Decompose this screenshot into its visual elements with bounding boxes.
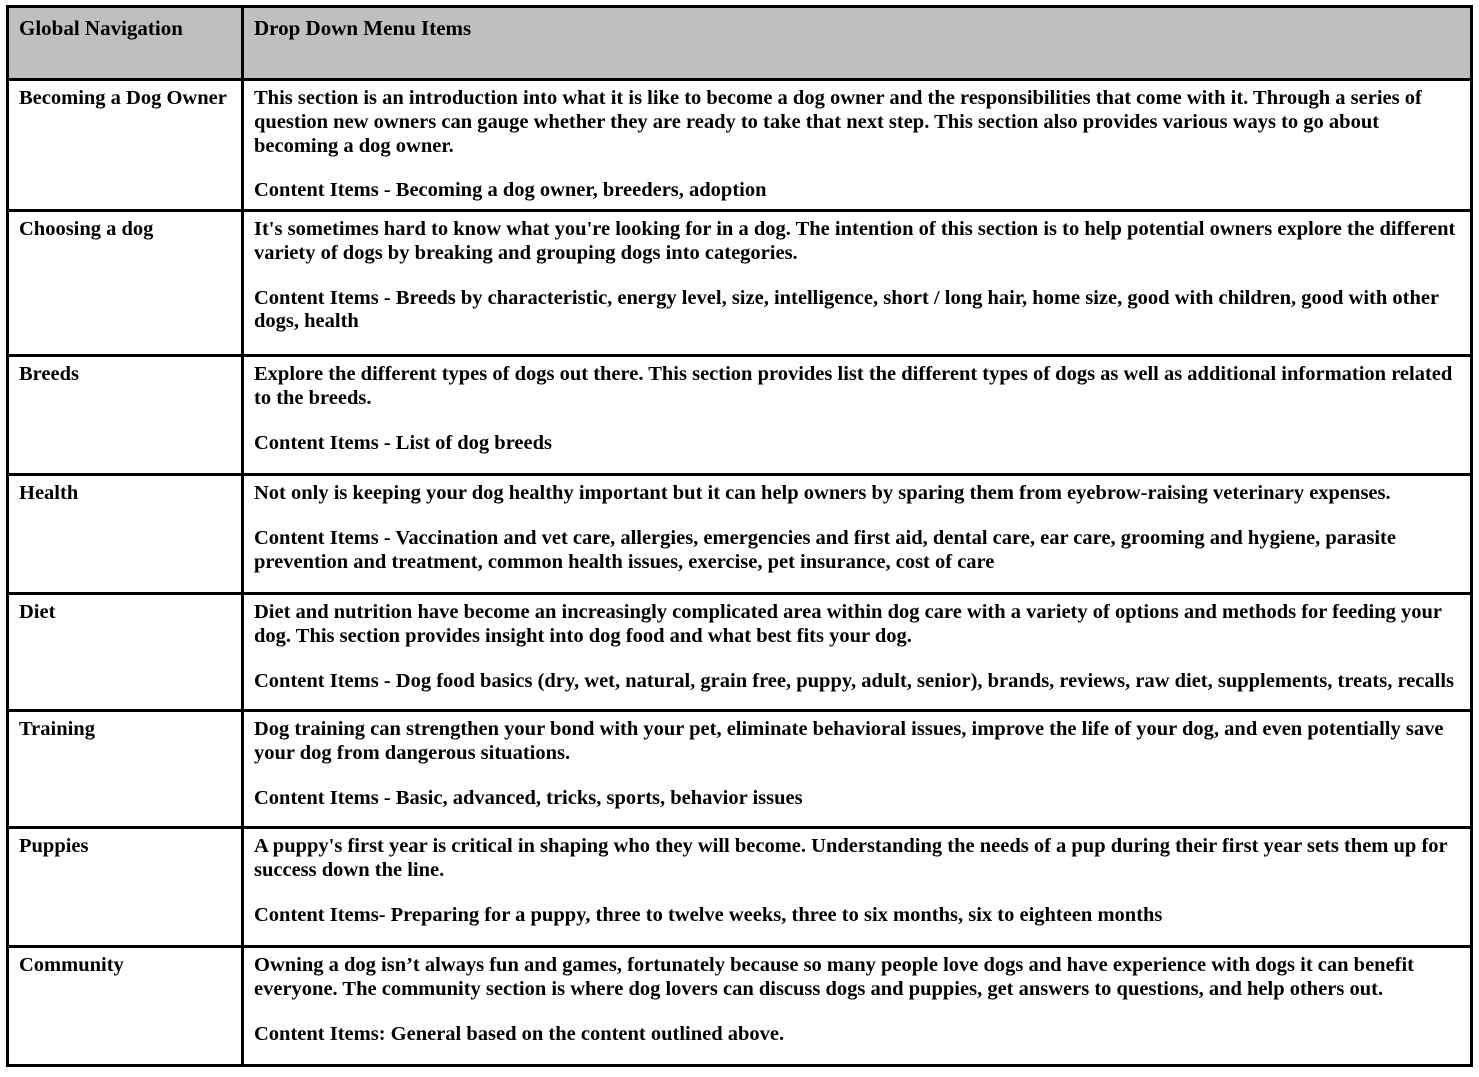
menu-items-cell: Dog training can strengthen your bond wi… xyxy=(241,709,1473,830)
content-items-list: Content Items: General based on the cont… xyxy=(254,1022,785,1045)
table-row: Becoming a Dog Owner This section is an i… xyxy=(6,77,1473,213)
content-items-list: Content Items- Preparing for a puppy, th… xyxy=(254,903,1163,926)
table-row: Breeds Explore the different types of dog… xyxy=(6,354,1473,477)
table-body: Becoming a Dog Owner This section is an i… xyxy=(6,77,1473,1068)
section-description: It's sometimes hard to know what you're … xyxy=(254,218,1456,264)
global-navigation-table: Global Navigation Drop Down Menu Items B… xyxy=(6,5,1473,1068)
table-header: Global Navigation Drop Down Menu Items xyxy=(6,5,1473,81)
table-row: Training Dog training can strengthen your… xyxy=(6,709,1473,830)
menu-items-cell: Owning a dog isn’t always fun and games,… xyxy=(241,945,1473,1068)
column-header-global-navigation: Global Navigation xyxy=(6,5,244,81)
nav-section-label[interactable]: Health xyxy=(6,473,244,596)
menu-items-cell: Diet and nutrition have become an increa… xyxy=(241,592,1473,713)
menu-items-cell: It's sometimes hard to know what you're … xyxy=(241,209,1473,358)
content-items-list: Content Items - Dog food basics (dry, we… xyxy=(254,669,1454,692)
section-description: This section is an introduction into wha… xyxy=(254,87,1422,157)
section-description: Owning a dog isn’t always fun and games,… xyxy=(254,954,1415,1000)
nav-section-label[interactable]: Becoming a Dog Owner xyxy=(6,77,244,213)
content-items-list: Content Items - Becoming a dog owner, br… xyxy=(254,179,767,202)
menu-items-cell: A puppy's first year is critical in shap… xyxy=(241,826,1473,949)
menu-items-cell: Not only is keeping your dog healthy imp… xyxy=(241,473,1473,596)
section-description: Diet and nutrition have become an increa… xyxy=(254,601,1442,647)
nav-section-label[interactable]: Training xyxy=(6,709,244,830)
content-items-list: Content Items - List of dog breeds xyxy=(254,431,553,454)
table-row: Choosing a dog It's sometimes hard to kno… xyxy=(6,209,1473,358)
nav-section-label[interactable]: Diet xyxy=(6,592,244,713)
document-page: Global Navigation Drop Down Menu Items B… xyxy=(0,0,1479,1077)
table-row: Health Not only is keeping your dog healt… xyxy=(6,473,1473,596)
section-description: Explore the different types of dogs out … xyxy=(254,363,1453,409)
column-header-drop-down-menu-items: Drop Down Menu Items xyxy=(241,5,1473,81)
menu-items-cell: Explore the different types of dogs out … xyxy=(241,354,1473,477)
content-items-list: Content Items - Breeds by characteristic… xyxy=(254,286,1439,333)
table-row: Diet Diet and nutrition have become an in… xyxy=(6,592,1473,713)
nav-section-label[interactable]: Community xyxy=(6,945,244,1068)
table-row: Puppies A puppy's first year is critical … xyxy=(6,826,1473,949)
section-description: Not only is keeping your dog healthy imp… xyxy=(254,482,1391,505)
nav-section-label[interactable]: Puppies xyxy=(6,826,244,949)
table-row: Community Owning a dog isn’t always fun a… xyxy=(6,945,1473,1068)
section-description: A puppy's first year is critical in shap… xyxy=(254,835,1448,881)
nav-section-label[interactable]: Choosing a dog xyxy=(6,209,244,358)
menu-items-cell: This section is an introduction into wha… xyxy=(241,77,1473,213)
section-description: Dog training can strengthen your bond wi… xyxy=(254,718,1444,764)
content-items-list: Content Items - Basic, advanced, tricks,… xyxy=(254,786,803,809)
content-items-list: Content Items - Vaccination and vet care… xyxy=(254,526,1396,573)
table-header-row: Global Navigation Drop Down Menu Items xyxy=(6,5,1473,81)
nav-section-label[interactable]: Breeds xyxy=(6,354,244,477)
